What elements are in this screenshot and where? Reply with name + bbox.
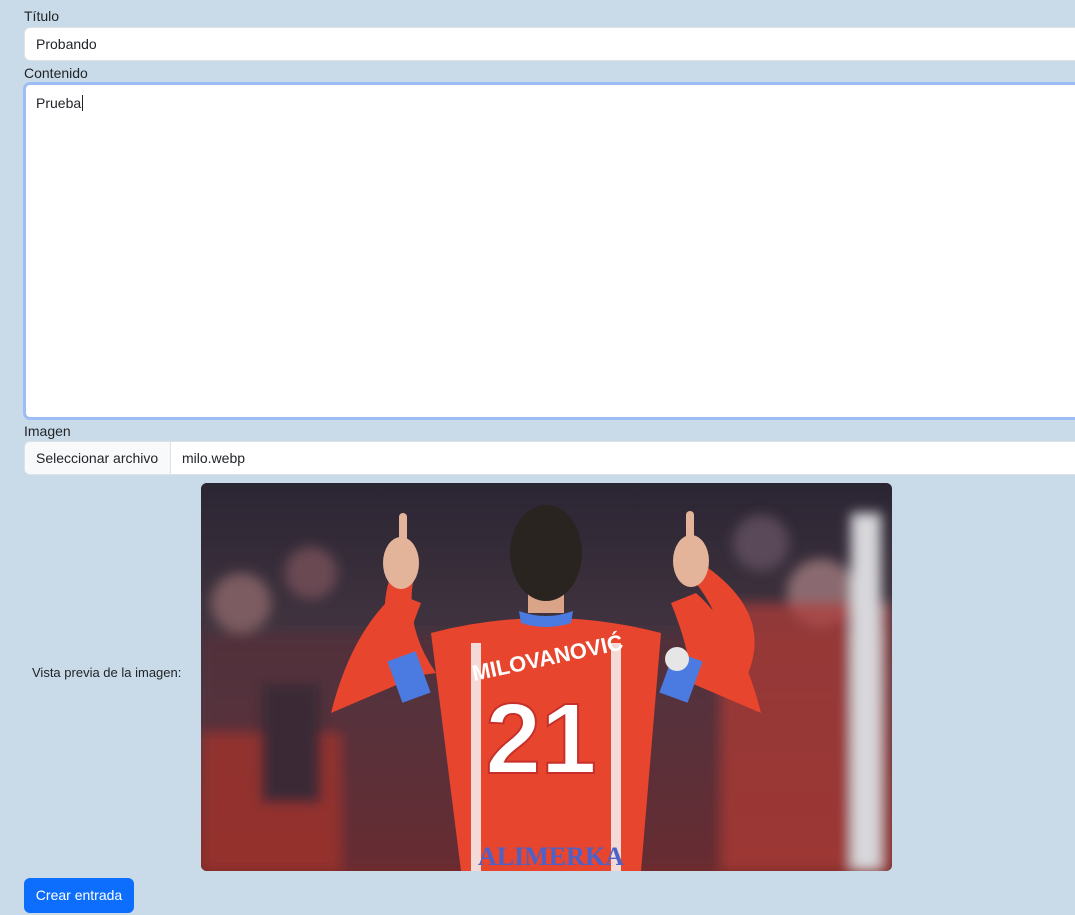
preview-label: Vista previa de la imagen: <box>32 665 182 680</box>
content-text: Prueba <box>36 95 82 111</box>
jersey-sponsor: ALIMERKA <box>478 842 624 871</box>
image-file-input[interactable]: Seleccionar archivo milo.webp <box>24 441 1075 475</box>
content-textarea[interactable]: Prueba <box>23 82 1075 420</box>
title-input[interactable]: Probando <box>24 27 1075 61</box>
image-label: Imagen <box>24 423 71 439</box>
choose-file-button[interactable]: Seleccionar archivo <box>25 442 171 474</box>
image-preview: MILOVANOVIĆ 21 ALIMERKA <box>201 483 892 871</box>
create-post-page: Título Probando Contenido Prueba Imagen … <box>0 0 1075 915</box>
title-label: Título <box>24 8 60 24</box>
sleeve-badge-icon <box>665 647 689 671</box>
text-caret <box>82 95 84 111</box>
create-post-button[interactable]: Crear entrada <box>24 878 134 913</box>
jersey-number: 21 <box>485 683 596 795</box>
selected-file-name: milo.webp <box>182 450 246 466</box>
content-label: Contenido <box>24 65 88 81</box>
preview-photo: MILOVANOVIĆ 21 ALIMERKA <box>201 483 892 871</box>
